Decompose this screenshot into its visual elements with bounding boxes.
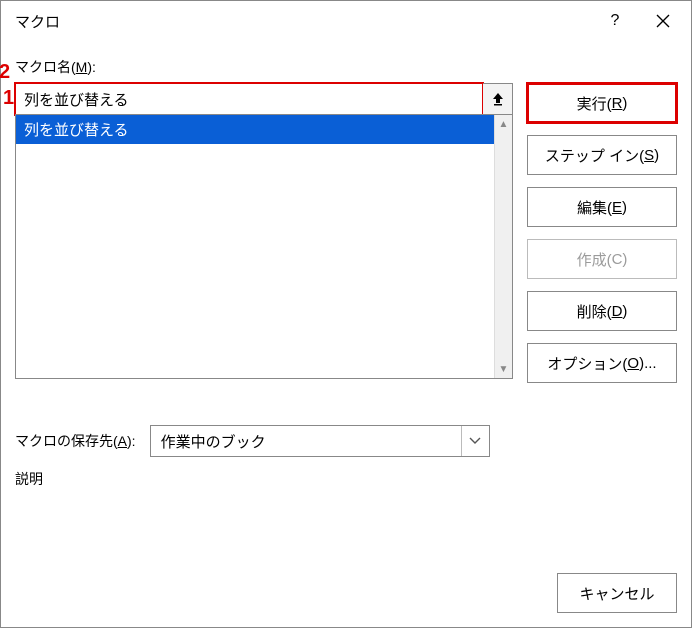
macro-name-input[interactable] (15, 83, 483, 115)
annotation-2: 2 (0, 61, 10, 84)
chevron-down-icon[interactable] (461, 426, 489, 456)
step-in-button[interactable]: ステップ イン(S) (527, 135, 677, 175)
save-in-combo[interactable]: 作業中のブック (150, 425, 490, 457)
help-button[interactable]: ? (591, 1, 639, 41)
scroll-down-icon[interactable]: ▼ (495, 360, 512, 378)
run-button[interactable]: 実行(R) (527, 83, 677, 123)
delete-button[interactable]: 削除(D) (527, 291, 677, 331)
macro-name-label: マクロ名(M): (15, 57, 677, 77)
goto-macro-button[interactable] (483, 83, 513, 115)
scroll-up-icon[interactable]: ▲ (495, 115, 512, 133)
save-in-value: 作業中のブック (151, 431, 461, 452)
close-icon (656, 14, 670, 28)
titlebar: マクロ ? (1, 1, 691, 41)
macro-list[interactable]: 列を並び替える ▲ ▼ (15, 114, 513, 379)
save-in-label: マクロの保存先(A): (15, 431, 136, 451)
close-button[interactable] (639, 1, 687, 41)
annotation-1: 1 (3, 87, 14, 110)
description-label: 説明 (15, 469, 677, 489)
edit-button[interactable]: 編集(E) (527, 187, 677, 227)
window-title: マクロ (15, 11, 591, 32)
list-item[interactable]: 列を並び替える (16, 115, 494, 144)
cancel-button[interactable]: キャンセル (557, 573, 677, 613)
up-arrow-icon (491, 91, 505, 107)
scrollbar[interactable]: ▲ ▼ (494, 115, 512, 378)
create-button: 作成(C) (527, 239, 677, 279)
options-button[interactable]: オプション(O)... (527, 343, 677, 383)
